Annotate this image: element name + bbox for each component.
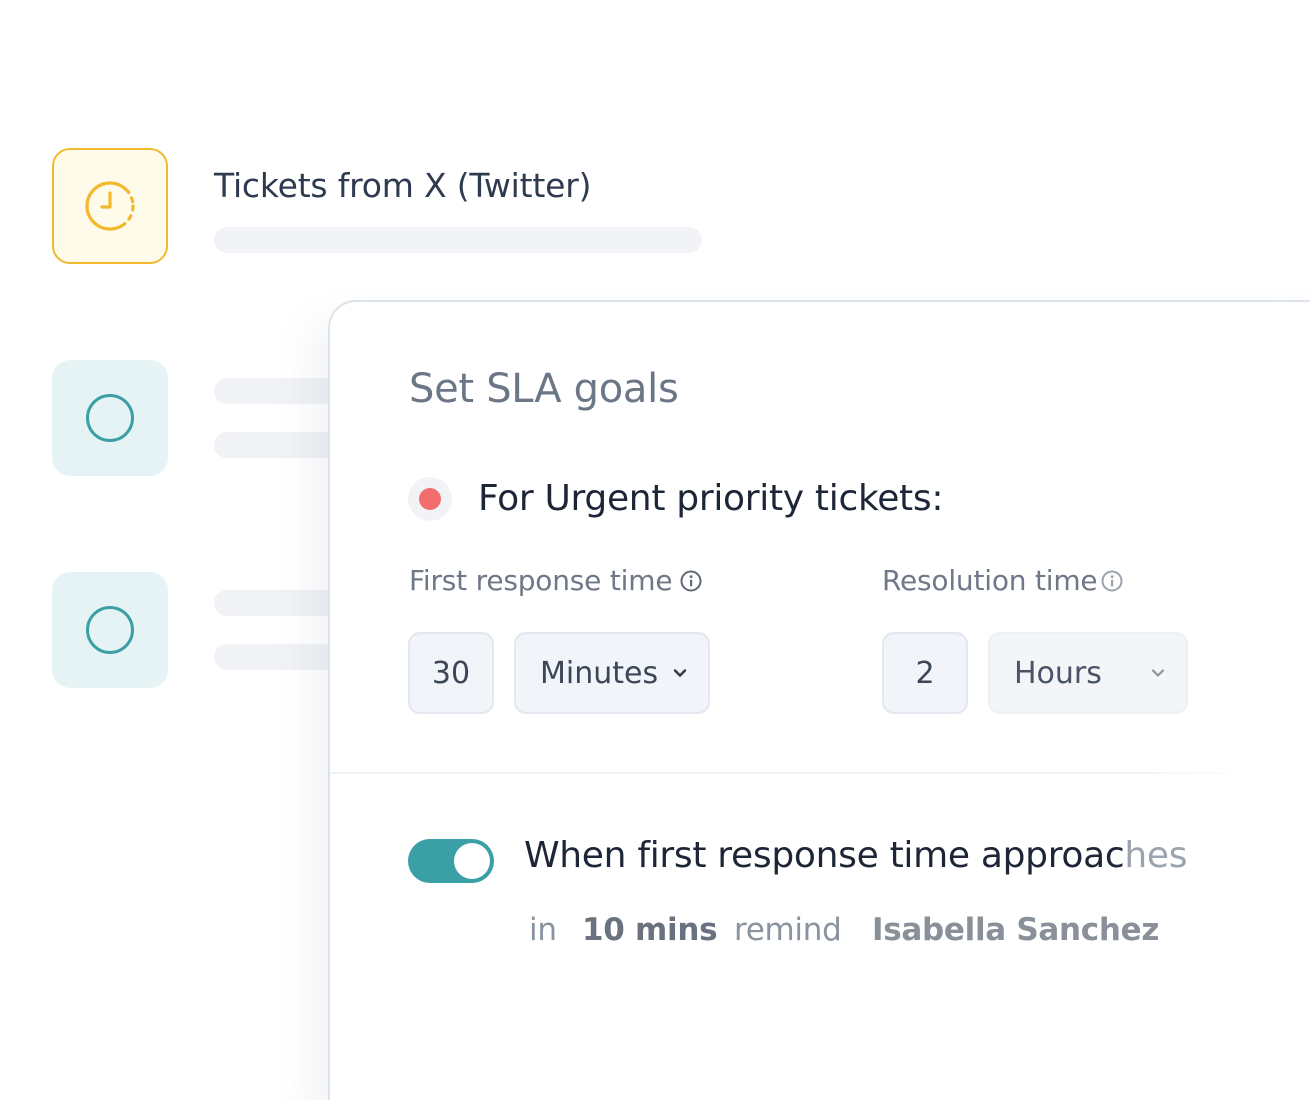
chevron-down-icon <box>673 669 687 677</box>
first-response-label-text: First response time <box>409 564 673 597</box>
resolution-unit-value: Hours <box>1014 655 1102 691</box>
reminder-toggle[interactable] <box>408 839 494 883</box>
reminder-heading-fade: hes <box>1124 835 1188 876</box>
reminder-heading-main: When first response time approac <box>524 835 1125 876</box>
circle-icon <box>86 606 134 654</box>
list-item-icon-tile[interactable] <box>52 572 168 688</box>
resolution-label: Resolution time <box>882 564 1123 597</box>
section-divider <box>330 772 1250 774</box>
sla-card: Set SLA goals For Urgent priority ticket… <box>328 300 1310 1100</box>
row-title-twitter[interactable]: Tickets from X (Twitter) <box>214 166 591 205</box>
placeholder-bar <box>214 227 702 253</box>
first-response-value-input[interactable]: 30 <box>408 632 494 714</box>
reminder-heading: When first response time approaches <box>524 835 1188 876</box>
reminder-in-text: in <box>529 912 557 948</box>
reminder-assignee[interactable]: Isabella Sanchez <box>872 912 1159 948</box>
list-item-icon-tile[interactable] <box>52 360 168 476</box>
first-response-unit-select[interactable]: Minutes <box>514 632 710 714</box>
resolution-unit-select[interactable]: Hours <box>988 632 1188 714</box>
priority-heading: For Urgent priority tickets: <box>478 478 944 519</box>
info-icon[interactable] <box>1101 570 1123 592</box>
reminder-remind-text: remind <box>734 912 842 948</box>
first-response-label: First response time <box>409 564 702 597</box>
resolution-value-input[interactable]: 2 <box>882 632 968 714</box>
urgent-dot-icon <box>419 488 441 510</box>
reminder-duration[interactable]: 10 mins <box>582 912 718 948</box>
first-response-unit-value: Minutes <box>540 655 659 691</box>
priority-indicator <box>408 477 452 521</box>
card-title: Set SLA goals <box>409 366 679 412</box>
info-icon[interactable] <box>680 570 702 592</box>
chevron-down-icon <box>1151 669 1165 677</box>
circle-icon <box>86 394 134 442</box>
timer-tile[interactable] <box>52 148 168 264</box>
resolution-label-text: Resolution time <box>882 564 1098 597</box>
timer-icon <box>85 181 135 231</box>
toggle-knob <box>454 843 490 879</box>
card-edge-fade <box>1218 302 1310 1100</box>
